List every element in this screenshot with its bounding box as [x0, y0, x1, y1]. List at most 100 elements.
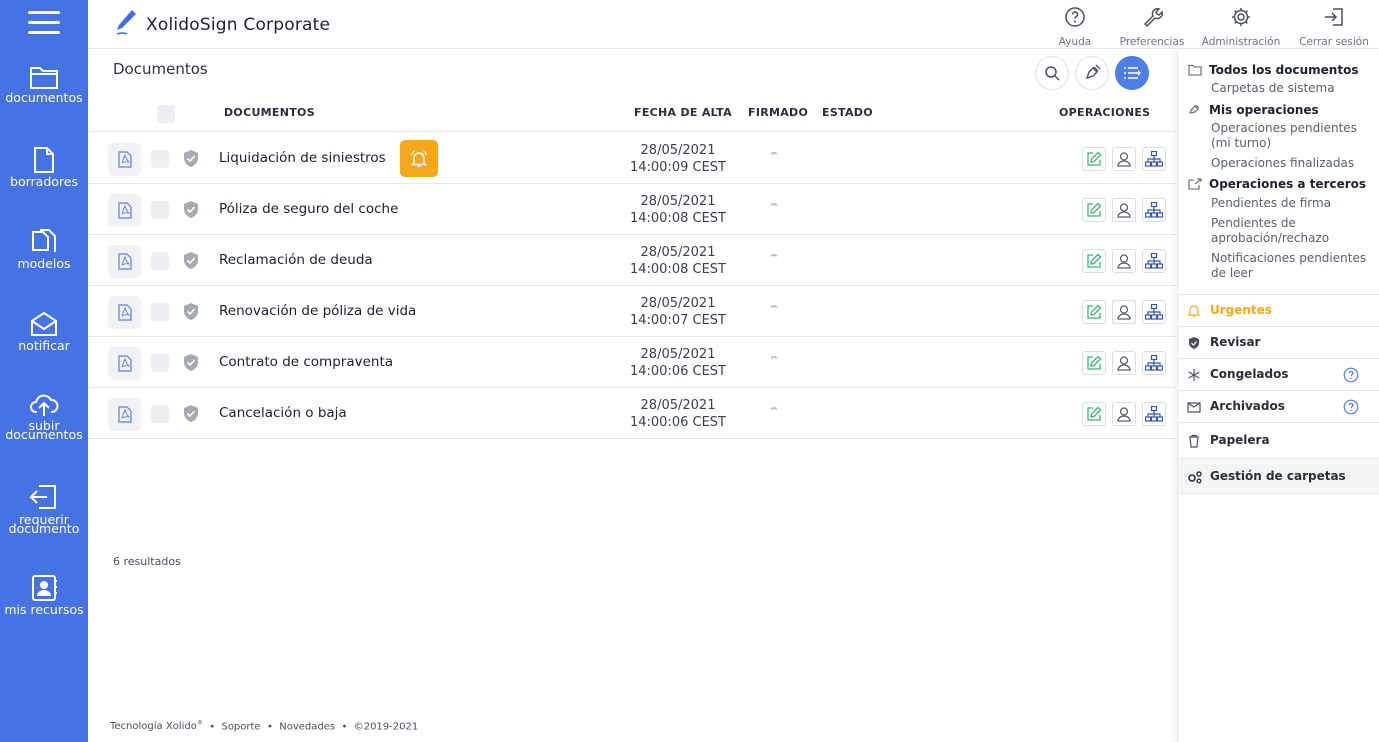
wrench-icon [1143, 8, 1163, 28]
third-party-operations-link[interactable]: Operaciones a terceros [1188, 177, 1366, 191]
shield-check-icon [184, 150, 198, 167]
sidebar-item-requerir-documento[interactable]: requerir documento [0, 482, 88, 535]
pending-signature-link[interactable]: Pendientes de firma [1211, 196, 1371, 211]
finished-operations-link[interactable]: Operaciones finalizadas [1211, 156, 1371, 171]
edit-button[interactable] [1082, 351, 1106, 375]
row-checkbox[interactable] [151, 354, 169, 372]
table-header: DOCUMENTOS FECHA DE ALTA FIRMADO ESTADO … [88, 100, 1176, 132]
workflow-tree-button[interactable] [1142, 198, 1166, 222]
row-checkbox[interactable] [151, 405, 169, 423]
pdf-preview-button[interactable] [108, 398, 141, 431]
app-title: XolidoSign Corporate [146, 15, 331, 35]
signer-user-button[interactable] [1112, 351, 1136, 375]
document-name[interactable]: Cancelación o baja [219, 405, 347, 421]
footer-news-link[interactable]: Novedades [279, 721, 335, 732]
document-name[interactable]: Contrato de compraventa [219, 354, 393, 370]
preferences-label: Preferencias [1119, 36, 1185, 48]
help-circle-icon[interactable] [1343, 367, 1359, 383]
workflow-tree-button[interactable] [1142, 249, 1166, 273]
urgent-bell-badge[interactable] [400, 140, 438, 177]
menu-hamburger-icon[interactable] [28, 11, 60, 35]
sidebar-item-notificar[interactable]: notificar [0, 310, 88, 352]
created-date-time: 14:00:07 CEST [629, 313, 726, 328]
pdf-file-icon [117, 253, 132, 270]
select-all-checkbox[interactable] [157, 105, 175, 123]
sidebar-item-documentos[interactable]: documentos [0, 64, 88, 104]
signed-spinner-icon [769, 407, 779, 417]
preferences-button[interactable]: Preferencias [1117, 6, 1187, 49]
table-row: Póliza de seguro del coche 28/05/2021 14… [88, 184, 1176, 235]
row-checkbox[interactable] [151, 201, 169, 219]
bell-icon [1187, 305, 1201, 318]
pdf-preview-button[interactable] [108, 296, 141, 329]
row-checkbox[interactable] [151, 252, 169, 270]
workflow-tree-button[interactable] [1142, 147, 1166, 171]
row-checkbox[interactable] [151, 303, 169, 321]
workflow-tree-icon [1145, 151, 1163, 167]
pdf-preview-button[interactable] [108, 245, 141, 278]
sidebar-item-subir-documentos[interactable]: subir documentos [0, 392, 88, 441]
sign-hand-button[interactable] [1075, 56, 1109, 90]
trash-folder[interactable]: Papelera [1178, 422, 1379, 458]
table-row: Contrato de compraventa 28/05/2021 14:00… [88, 337, 1176, 388]
edit-button[interactable] [1082, 402, 1106, 426]
created-date-day: 28/05/2021 [640, 194, 716, 209]
models-copy-icon [32, 229, 56, 252]
pdf-file-icon [117, 406, 132, 423]
sidebar-item-borradores[interactable]: borradores [0, 146, 88, 188]
pending-notifications-link[interactable]: Notificaciones pendientes de leer [1211, 251, 1371, 281]
edit-button[interactable] [1082, 249, 1106, 273]
edit-button[interactable] [1082, 147, 1106, 171]
workflow-tree-button[interactable] [1142, 300, 1166, 324]
footer-brand[interactable]: Tecnología Xolido® [110, 720, 203, 732]
frozen-folder[interactable]: Congelados [1178, 358, 1379, 390]
workflow-tree-button[interactable] [1142, 402, 1166, 426]
signer-user-button[interactable] [1112, 402, 1136, 426]
footer-support-link[interactable]: Soporte [221, 721, 260, 732]
document-name[interactable]: Liquidación de siniestros [219, 150, 386, 166]
sidebar-item-label: modelos [17, 256, 71, 271]
all-documents-link[interactable]: Todos los documentos [1188, 63, 1358, 77]
pdf-preview-button[interactable] [108, 194, 141, 227]
review-label: Revisar [1210, 335, 1261, 349]
created-date-day: 28/05/2021 [640, 245, 716, 260]
sidebar-item-modelos[interactable]: modelos [0, 228, 88, 271]
system-folders-link[interactable]: Carpetas de sistema [1211, 81, 1371, 96]
archived-folder[interactable]: Archivados [1178, 390, 1379, 422]
document-name[interactable]: Reclamación de deuda [219, 252, 373, 268]
help-button[interactable]: Ayuda [1050, 6, 1100, 49]
document-name[interactable]: Póliza de seguro del coche [219, 201, 398, 217]
archive-envelope-icon [1187, 402, 1201, 413]
folder-management[interactable]: Gestión de carpetas [1178, 458, 1379, 494]
pdf-preview-button[interactable] [108, 347, 141, 380]
sidebar-item-mis-recursos[interactable]: mis recursos [0, 574, 88, 617]
help-circle-icon[interactable] [1343, 399, 1359, 415]
edit-button[interactable] [1082, 198, 1106, 222]
urgent-folder[interactable]: Urgentes [1178, 294, 1379, 326]
signer-user-button[interactable] [1112, 147, 1136, 171]
shield-check-icon [184, 354, 198, 371]
signer-user-button[interactable] [1112, 300, 1136, 324]
signer-user-button[interactable] [1112, 198, 1136, 222]
cloud-upload-icon [30, 394, 59, 416]
sidebar: documentos borradores modelos notificar … [0, 0, 88, 742]
administration-button[interactable]: Administración [1201, 6, 1281, 49]
list-view-button[interactable] [1115, 56, 1149, 90]
my-operations-link[interactable]: Mis operaciones [1188, 103, 1319, 117]
sidebar-item-label: mis recursos [4, 602, 84, 617]
pdf-preview-button[interactable] [108, 143, 141, 176]
pending-approval-link[interactable]: Pendientes de aprobación/rechazo [1211, 216, 1371, 246]
review-folder[interactable]: Revisar [1178, 326, 1379, 358]
workflow-tree-icon [1145, 202, 1163, 218]
row-checkbox[interactable] [151, 150, 169, 168]
created-date: 28/05/2021 14:00:06 CEST [618, 397, 738, 431]
workflow-tree-button[interactable] [1142, 351, 1166, 375]
pdf-file-icon [117, 151, 132, 168]
document-name[interactable]: Renovación de póliza de vida [219, 303, 416, 319]
search-button[interactable] [1035, 56, 1069, 90]
signer-user-button[interactable] [1112, 249, 1136, 273]
edit-button[interactable] [1082, 300, 1106, 324]
logout-button[interactable]: Cerrar sesión [1297, 6, 1371, 49]
pending-my-turn-link[interactable]: Operaciones pendientes (mi turno) [1211, 121, 1371, 151]
trash-icon [1189, 434, 1199, 448]
